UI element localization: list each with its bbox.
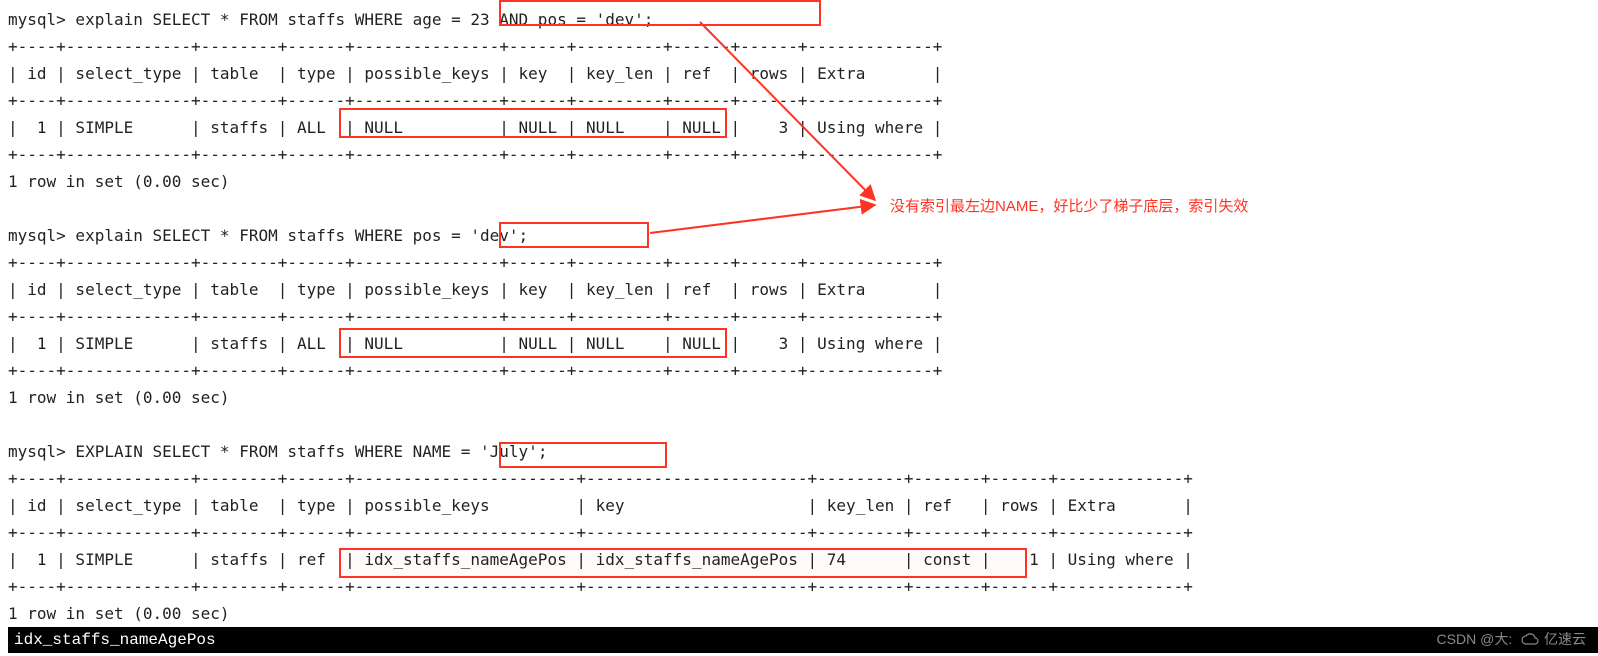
annotation-text: 没有索引最左边NAME，好比少了梯子底层，索引失效 bbox=[890, 195, 1248, 216]
highlight-key-used: idx_staffs_nameAgePos bbox=[8, 627, 1598, 653]
watermark: CSDN @大: 亿速云 bbox=[1437, 629, 1586, 649]
cloud-icon bbox=[1520, 633, 1540, 647]
terminal-output: mysql> explain SELECT * FROM staffs WHER… bbox=[8, 6, 1598, 627]
